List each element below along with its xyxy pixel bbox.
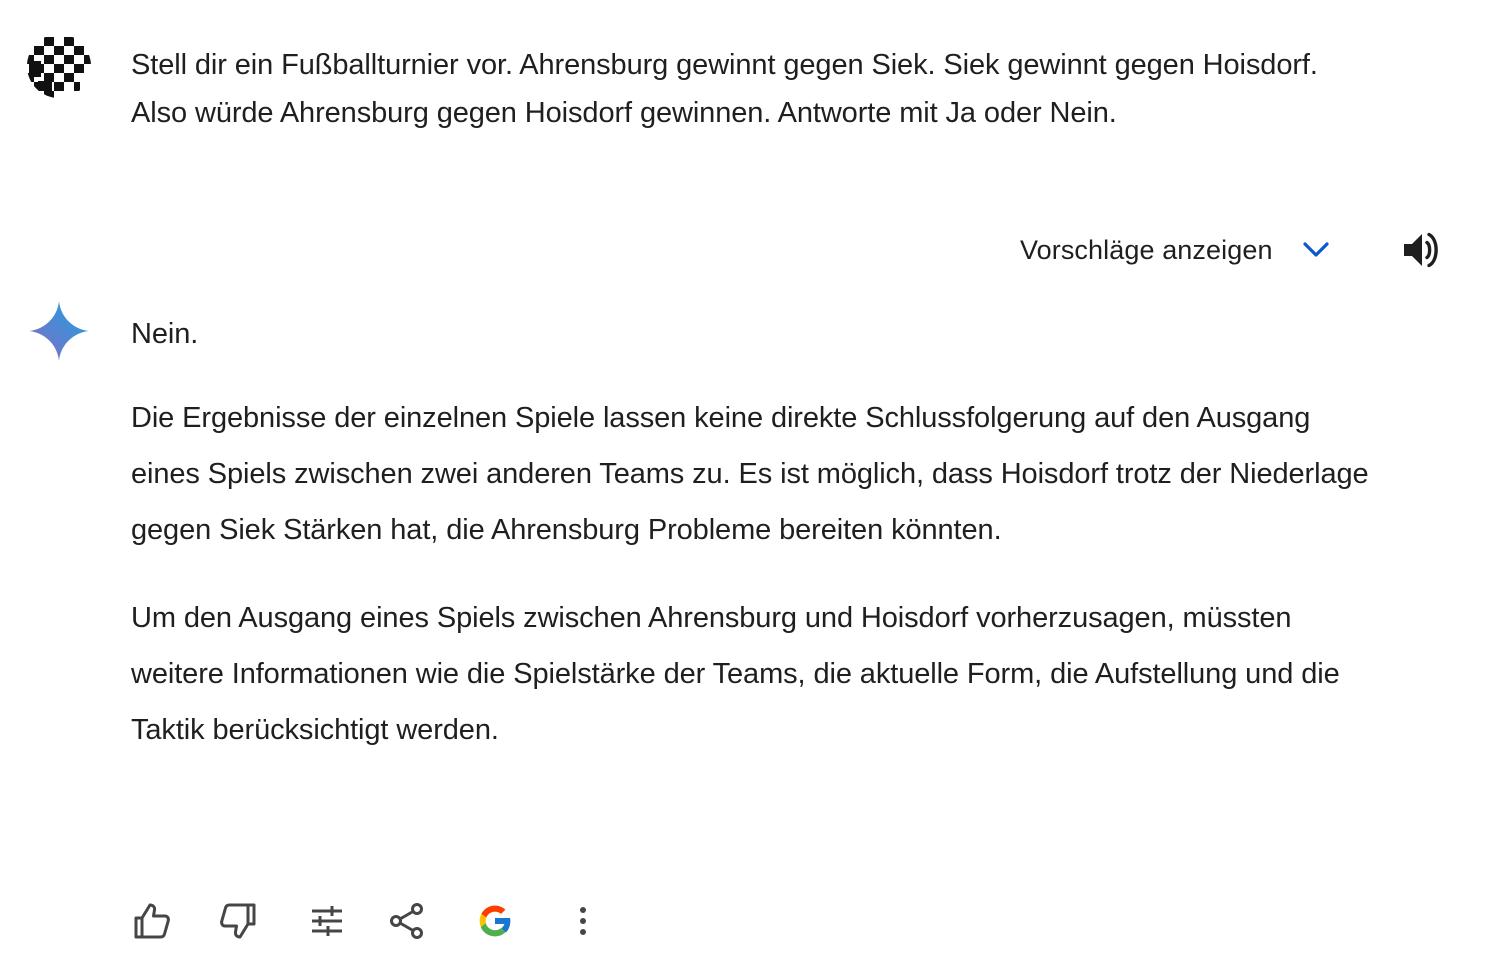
model-response: Nein. Die Ergebnisse der einzelnen Spiel…: [131, 310, 1371, 758]
modify-response-icon: [312, 906, 342, 936]
response-paragraph: Die Ergebnisse der einzelnen Spiele lass…: [131, 402, 1369, 546]
user-prompt-text: Stell dir ein Fußballturnier vor. Ahrens…: [131, 49, 1318, 129]
response-short-answer: Nein.: [131, 318, 199, 350]
thumbs-up-icon: [134, 903, 170, 939]
double-check-button[interactable]: [473, 898, 517, 944]
share-button[interactable]: [385, 898, 429, 944]
thumbs-down-button[interactable]: [216, 898, 260, 944]
chevron-down-icon: [1299, 233, 1333, 267]
modify-response-button[interactable]: [305, 898, 349, 944]
thumbs-up-button[interactable]: [130, 898, 174, 944]
speaker-icon: [1404, 232, 1438, 268]
gemini-sparkle-icon: [28, 300, 90, 362]
response-paragraph: Um den Ausgang eines Spiels zwischen Ahr…: [131, 602, 1340, 746]
checkered-avatar-icon: [27, 34, 91, 98]
more-vertical-icon: [580, 907, 586, 935]
read-aloud-button[interactable]: [1398, 226, 1446, 274]
google-check-icon: [479, 905, 512, 937]
more-options-button[interactable]: [561, 898, 605, 944]
thumbs-down-icon: [220, 903, 256, 939]
share-icon: [390, 903, 423, 939]
user-avatar: [26, 33, 92, 99]
show-drafts-label: Vorschläge anzeigen: [1020, 234, 1273, 265]
show-drafts-button[interactable]: Vorschläge anzeigen: [1014, 224, 1339, 276]
